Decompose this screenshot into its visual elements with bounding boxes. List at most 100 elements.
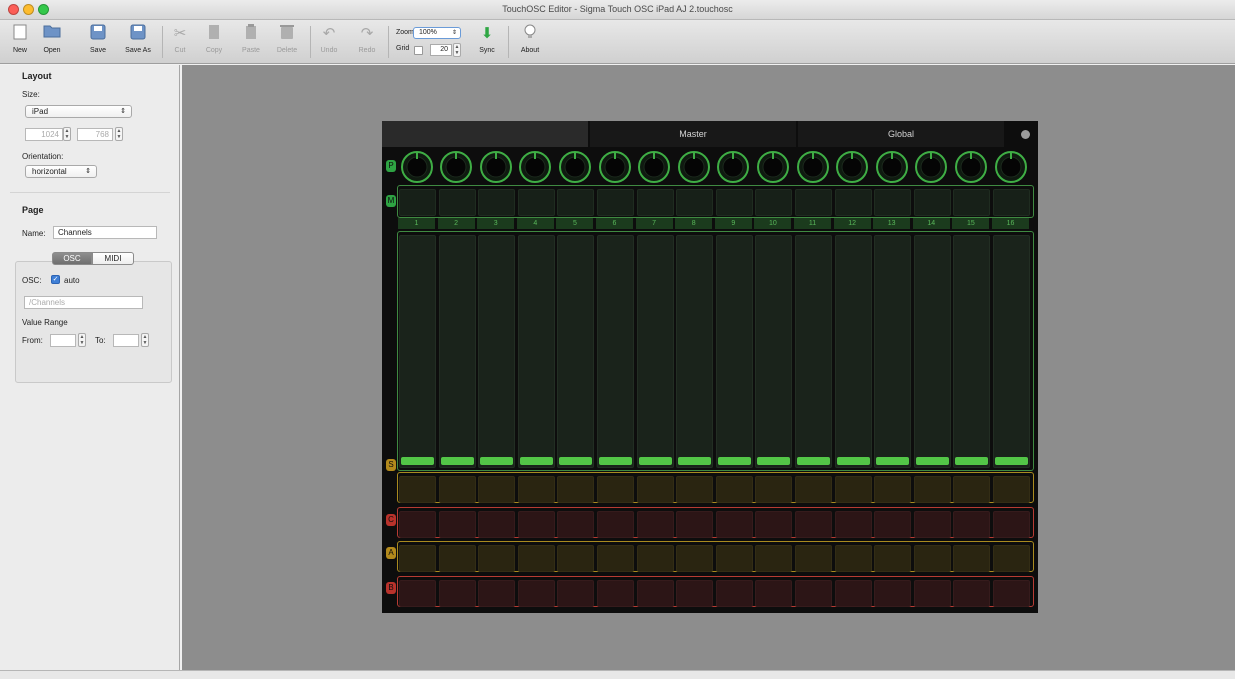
width-input[interactable]: 1024 [25, 128, 63, 141]
pan-knob[interactable] [398, 150, 436, 184]
grid-size-input[interactable]: 20 [430, 44, 452, 56]
solo-button[interactable] [597, 476, 634, 503]
fader-handle[interactable] [559, 457, 593, 465]
pan-knob[interactable] [675, 150, 713, 184]
page-name-input[interactable]: Channels [53, 226, 157, 239]
channel-fader[interactable] [478, 235, 516, 468]
mute-button[interactable] [676, 189, 714, 216]
mute-button[interactable] [874, 189, 912, 216]
solo-button[interactable] [993, 476, 1030, 503]
solo-button[interactable] [913, 476, 951, 503]
pan-knob[interactable] [952, 150, 990, 184]
c-button[interactable] [834, 511, 872, 538]
height-stepper[interactable]: ▲ ▼ [115, 127, 123, 141]
channel-fader[interactable] [597, 235, 634, 468]
a-button[interactable] [715, 545, 753, 572]
solo-button[interactable] [517, 476, 555, 503]
fader-handle[interactable] [440, 457, 474, 465]
pan-knob[interactable] [754, 150, 792, 184]
sync-button[interactable]: ⬇ Sync [470, 24, 504, 60]
c-button[interactable] [438, 511, 476, 538]
fader-handle[interactable] [401, 457, 434, 465]
c-button[interactable] [597, 511, 634, 538]
redo-button[interactable]: ↷ Redo [350, 24, 384, 60]
pan-knob[interactable] [912, 150, 950, 184]
pan-knob[interactable] [477, 150, 515, 184]
paste-button[interactable]: Paste [234, 24, 268, 60]
b-button[interactable] [715, 580, 753, 607]
solo-button[interactable] [874, 476, 912, 503]
fader-handle[interactable] [757, 457, 791, 465]
a-button[interactable] [993, 545, 1030, 572]
mute-button[interactable] [478, 189, 516, 216]
solo-button[interactable] [953, 476, 991, 503]
b-button[interactable] [993, 580, 1030, 607]
mute-button[interactable] [517, 189, 555, 216]
c-button[interactable] [993, 511, 1030, 538]
pan-knob[interactable] [437, 150, 475, 184]
b-button[interactable] [913, 580, 951, 607]
fader-handle[interactable] [638, 457, 672, 465]
osc-path-input[interactable]: /Channels [24, 296, 143, 309]
a-button[interactable] [438, 545, 476, 572]
fader-handle[interactable] [599, 457, 632, 465]
mute-button[interactable] [993, 189, 1030, 216]
pan-knob[interactable] [873, 150, 911, 184]
c-button[interactable] [676, 511, 714, 538]
tab-master[interactable]: Master [590, 121, 796, 147]
settings-dot-icon[interactable] [1021, 130, 1030, 139]
solo-button[interactable] [478, 476, 516, 503]
auto-checkbox[interactable]: ✓ [51, 275, 60, 284]
delete-button[interactable]: Delete [270, 24, 304, 60]
channel-fader[interactable] [953, 235, 991, 468]
about-button[interactable]: About [513, 24, 547, 60]
b-button[interactable] [478, 580, 516, 607]
grid-size-stepper[interactable]: ▲ ▼ [453, 43, 461, 57]
solo-button[interactable] [676, 476, 714, 503]
fader-handle[interactable] [797, 457, 830, 465]
channel-fader[interactable] [636, 235, 674, 468]
fader-handle[interactable] [915, 457, 949, 465]
c-button[interactable] [795, 511, 832, 538]
a-button[interactable] [676, 545, 714, 572]
cut-button[interactable]: ✂ Cut [163, 24, 197, 60]
b-button[interactable] [874, 580, 912, 607]
b-button[interactable] [795, 580, 832, 607]
tab-midi[interactable]: MIDI [92, 252, 134, 265]
mute-button[interactable] [795, 189, 832, 216]
size-select[interactable]: iPad ⇕ [25, 105, 132, 118]
solo-button[interactable] [399, 476, 436, 503]
c-button[interactable] [517, 511, 555, 538]
pan-knob[interactable] [556, 150, 594, 184]
c-button[interactable] [399, 511, 436, 538]
a-button[interactable] [755, 545, 793, 572]
b-button[interactable] [597, 580, 634, 607]
mute-button[interactable] [557, 189, 595, 216]
b-button[interactable] [676, 580, 714, 607]
channel-fader[interactable] [755, 235, 793, 468]
zoom-select[interactable]: 100% ⇕ [413, 27, 461, 39]
fader-handle[interactable] [678, 457, 712, 465]
pan-knob[interactable] [596, 150, 634, 184]
pan-knob[interactable] [714, 150, 752, 184]
b-button[interactable] [517, 580, 555, 607]
mute-button[interactable] [399, 189, 436, 216]
mute-button[interactable] [755, 189, 793, 216]
solo-button[interactable] [755, 476, 793, 503]
a-button[interactable] [597, 545, 634, 572]
c-button[interactable] [557, 511, 595, 538]
a-button[interactable] [517, 545, 555, 572]
pan-knob[interactable] [992, 150, 1030, 184]
solo-button[interactable] [795, 476, 832, 503]
mute-button[interactable] [913, 189, 951, 216]
mute-button[interactable] [834, 189, 872, 216]
save-as-button[interactable]: Save As [118, 24, 158, 60]
b-button[interactable] [834, 580, 872, 607]
c-button[interactable] [636, 511, 674, 538]
a-button[interactable] [636, 545, 674, 572]
solo-button[interactable] [715, 476, 753, 503]
pan-knob[interactable] [833, 150, 871, 184]
c-button[interactable] [755, 511, 793, 538]
pan-knob[interactable] [794, 150, 832, 184]
a-button[interactable] [795, 545, 832, 572]
